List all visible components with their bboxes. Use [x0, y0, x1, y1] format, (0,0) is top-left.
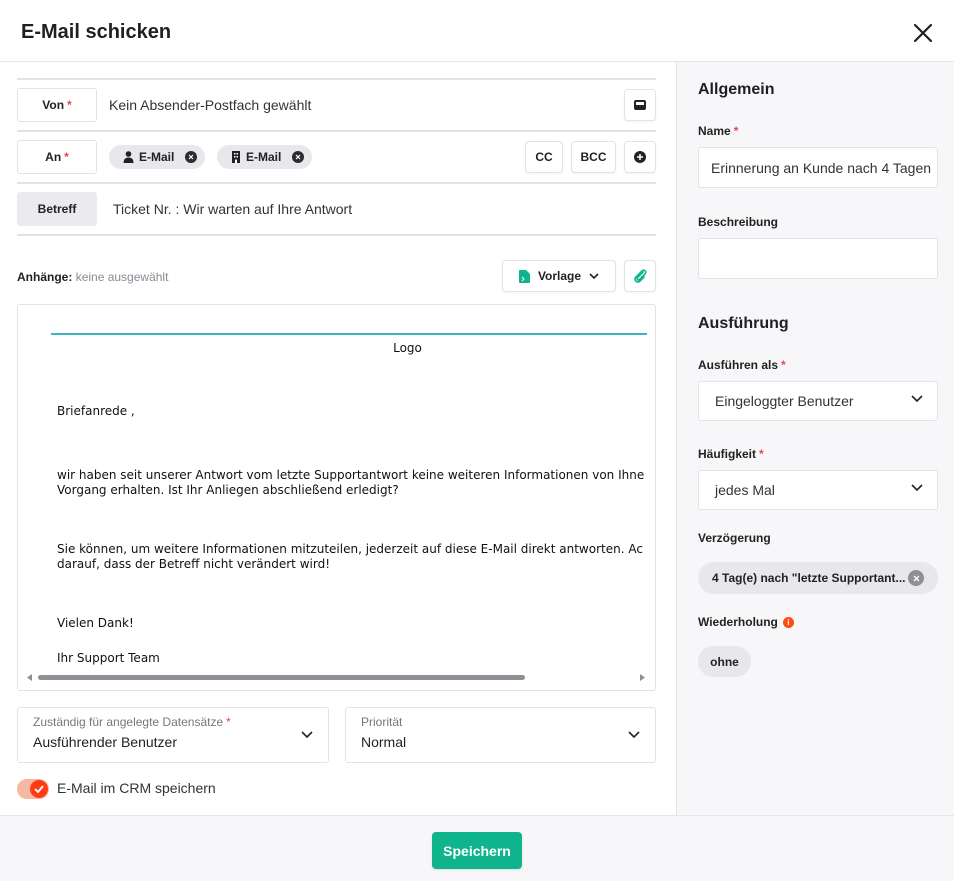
repeat-chip[interactable]: ohne — [698, 646, 751, 677]
remove-icon[interactable] — [292, 151, 305, 163]
field-value: Ausführender Benutzer — [33, 734, 177, 750]
body-paragraph: Vielen Dank! — [57, 616, 134, 630]
execution-heading: Ausführung — [698, 315, 789, 332]
select-value: Eingeloggter Benutzer — [715, 393, 854, 409]
email-body-editor[interactable]: Logo Briefanrede , wir haben seit unsere… — [17, 304, 656, 691]
save-button[interactable]: Speichern — [432, 832, 522, 869]
close-icon[interactable] — [911, 21, 935, 45]
plus-circle-icon — [634, 151, 646, 163]
bcc-button[interactable]: BCC — [571, 141, 616, 173]
run-as-label: Ausführen als * — [698, 358, 786, 372]
field-label: Zuständig für angelegte Datensätze * — [33, 715, 231, 729]
subject-input[interactable]: Ticket Nr. : Wir warten auf Ihre Antwort — [113, 201, 352, 217]
body-paragraph: wir haben seit unserer Antwort vom letzt… — [57, 468, 645, 482]
document-icon — [518, 269, 530, 283]
body-paragraph: Sie können, um weitere Informationen mit… — [57, 542, 643, 556]
horizontal-scrollbar[interactable] — [18, 671, 655, 683]
recipient-chip[interactable]: E-Mail — [217, 145, 313, 169]
repeat-label: Wiederholung i — [698, 615, 794, 629]
frequency-label: Häufigkeit * — [698, 447, 764, 461]
save-crm-toggle[interactable] — [17, 779, 49, 799]
building-icon — [232, 151, 240, 163]
chevron-down-icon — [911, 395, 923, 403]
dialog-footer: Speichern — [0, 815, 954, 881]
attachments-info: Anhänge: keine ausgewählt — [17, 270, 169, 284]
from-label: Von * — [17, 88, 97, 122]
logo-placeholder: Logo — [393, 341, 422, 355]
remove-icon[interactable] — [185, 151, 198, 163]
field-label: Priorität — [361, 715, 403, 729]
info-icon[interactable]: i — [782, 617, 794, 629]
divider — [17, 130, 656, 132]
run-as-select[interactable]: Eingeloggter Benutzer — [698, 381, 938, 421]
recipient-chip[interactable]: E-Mail — [109, 145, 206, 169]
frequency-select[interactable]: jedes Mal — [698, 470, 938, 510]
body-paragraph: Briefanrede , — [57, 404, 135, 418]
inbox-button[interactable] — [624, 89, 656, 121]
add-recipient-button[interactable] — [624, 141, 656, 173]
inbox-icon — [634, 100, 646, 110]
cc-button[interactable]: CC — [525, 141, 563, 173]
paperclip-icon — [634, 269, 647, 283]
name-input[interactable]: Erinnerung an Kunde nach 4 Tagen — [698, 147, 938, 188]
divider — [17, 234, 656, 236]
template-divider — [51, 333, 647, 335]
body-paragraph: darauf, dass der Betreff nicht verändert… — [57, 557, 330, 571]
chevron-down-icon — [301, 731, 313, 739]
to-label: An * — [17, 140, 97, 174]
select-value: jedes Mal — [715, 482, 775, 498]
divider — [17, 78, 656, 80]
priority-select[interactable]: Priorität Normal — [345, 707, 656, 763]
remove-icon[interactable] — [908, 570, 924, 586]
responsible-select[interactable]: Zuständig für angelegte Datensätze * Ausf… — [17, 707, 329, 763]
delay-value: 4 Tag(e) nach "letzte Supportant... — [712, 571, 906, 585]
delay-label: Verzögerung — [698, 531, 771, 545]
chevron-down-icon — [911, 484, 923, 492]
subject-label: Betreff — [17, 192, 97, 226]
divider — [17, 182, 656, 184]
scroll-left-icon — [27, 674, 32, 681]
delay-chip[interactable]: 4 Tag(e) nach "letzte Supportant... — [698, 562, 938, 594]
body-paragraph: Ihr Support Team — [57, 651, 160, 665]
name-label: Name * — [698, 124, 739, 138]
compose-panel: Von * Kein Absender-Postfach gewählt An * … — [0, 62, 676, 815]
save-crm-label: E-Mail im CRM speichern — [57, 780, 216, 796]
attach-button[interactable] — [624, 260, 656, 292]
dialog-title: E-Mail schicken — [21, 21, 172, 43]
scrollbar-thumb[interactable] — [38, 675, 525, 680]
body-paragraph: Vorgang erhalten. Ist Ihr Anliegen absch… — [57, 483, 399, 497]
description-input[interactable] — [698, 238, 938, 279]
check-icon — [30, 780, 48, 798]
from-value[interactable]: Kein Absender-Postfach gewählt — [109, 97, 311, 113]
description-label: Beschreibung — [698, 215, 779, 229]
field-value: Normal — [361, 734, 407, 750]
template-dropdown[interactable]: Vorlage — [502, 260, 616, 292]
general-heading: Allgemein — [698, 81, 775, 98]
person-icon — [123, 151, 134, 163]
scroll-right-icon — [640, 674, 645, 681]
settings-sidebar: Allgemein Name * Erinnerung an Kunde nach… — [676, 62, 954, 815]
dialog-header: E-Mail schicken — [0, 0, 954, 62]
chevron-down-icon — [589, 273, 599, 279]
chevron-down-icon — [628, 731, 640, 739]
